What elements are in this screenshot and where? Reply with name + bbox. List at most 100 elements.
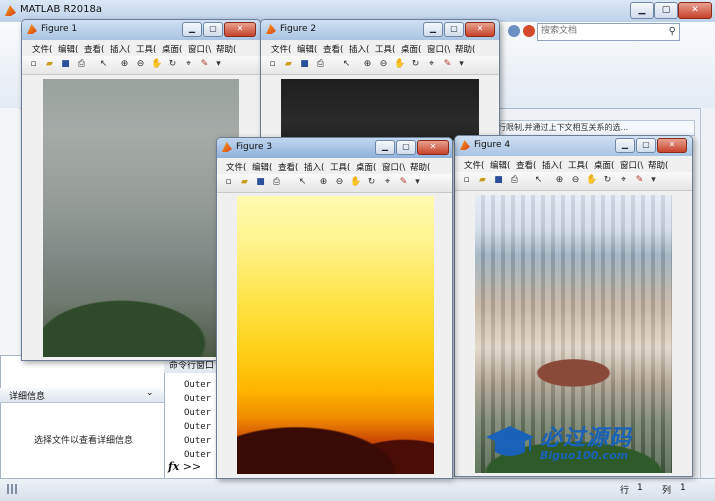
figure-title-bar[interactable]: Figure 2 ▁ ▢ ✕ [261,20,499,40]
zoom-in-icon[interactable]: ⊕ [554,175,565,186]
new-figure-icon[interactable]: ▫ [267,59,278,70]
menu-tools[interactable]: 工具( [330,161,350,173]
menu-window[interactable]: 窗口(\ [188,43,211,55]
open-file-icon[interactable]: ▰ [283,59,294,70]
open-file-icon[interactable]: ▰ [44,59,55,70]
community-icon[interactable] [508,25,520,37]
zoom-in-icon[interactable]: ⊕ [119,59,130,70]
zoom-out-icon[interactable]: ⊖ [135,59,146,70]
menu-file[interactable]: 文件( [226,161,246,173]
menu-file[interactable]: 文件( [271,43,291,55]
save-icon[interactable]: ■ [493,175,504,186]
new-figure-icon[interactable]: ▫ [461,175,472,186]
menu-view[interactable]: 查看( [516,159,536,171]
chevron-down-icon[interactable]: ⌄ [146,388,154,398]
print-icon[interactable]: ⎙ [315,59,326,70]
open-file-icon[interactable]: ▰ [477,175,488,186]
pointer-icon[interactable]: ↖ [297,177,308,188]
open-file-icon[interactable]: ▰ [239,177,250,188]
function-browser-icon[interactable]: fx [168,460,179,473]
new-figure-icon[interactable]: ▫ [28,59,39,70]
pointer-icon[interactable]: ↖ [533,175,544,186]
menu-insert[interactable]: 插入( [349,43,369,55]
data-cursor-icon[interactable]: ⌖ [618,175,629,186]
menu-insert[interactable]: 插入( [542,159,562,171]
menu-help[interactable]: 帮助( [455,43,475,55]
chevron-down-icon[interactable]: ▾ [456,59,467,70]
menu-window[interactable]: 窗口(\ [427,43,450,55]
menu-edit[interactable]: 编辑( [297,43,317,55]
menu-help[interactable]: 帮助( [648,159,668,171]
menu-insert[interactable]: 插入( [110,43,130,55]
menu-edit[interactable]: 编辑( [58,43,78,55]
minimize-button[interactable]: ▁ [615,138,635,153]
data-cursor-icon[interactable]: ⌖ [426,59,437,70]
brush-icon[interactable]: ✎ [199,59,210,70]
menu-edit[interactable]: 编辑( [252,161,272,173]
chevron-down-icon[interactable]: ▾ [213,59,224,70]
menu-desktop[interactable]: 桌面( [401,43,421,55]
search-icon[interactable]: ⚲ [669,26,676,37]
menu-help[interactable]: 帮助( [216,43,236,55]
rotate-icon[interactable]: ↻ [366,177,377,188]
minimize-button[interactable]: ▁ [182,22,202,37]
rotate-icon[interactable]: ↻ [410,59,421,70]
menu-file[interactable]: 文件( [464,159,484,171]
pointer-icon[interactable]: ↖ [341,59,352,70]
close-button[interactable]: ✕ [678,2,712,19]
save-icon[interactable]: ■ [299,59,310,70]
search-input[interactable] [538,24,664,38]
help-icon[interactable] [523,25,535,37]
minimize-button[interactable]: ▁ [375,140,395,155]
brush-icon[interactable]: ✎ [398,177,409,188]
save-icon[interactable]: ■ [60,59,71,70]
pan-icon[interactable]: ✋ [151,59,162,70]
maximize-button[interactable]: ▢ [203,22,223,37]
figure-title-bar[interactable]: Figure 1 ▁ ▢ ✕ [22,20,260,40]
minimize-button[interactable]: ▁ [423,22,443,37]
menu-window[interactable]: 窗口(\ [620,159,643,171]
rotate-icon[interactable]: ↻ [602,175,613,186]
menu-tools[interactable]: 工具( [568,159,588,171]
menu-tools[interactable]: 工具( [375,43,395,55]
pan-icon[interactable]: ✋ [586,175,597,186]
print-icon[interactable]: ⎙ [271,177,282,188]
figure-title-bar[interactable]: Figure 3 ▁ ▢ ✕ [217,138,452,158]
maximize-button[interactable]: ▢ [396,140,416,155]
menu-desktop[interactable]: 桌面( [162,43,182,55]
pointer-icon[interactable]: ↖ [98,59,109,70]
zoom-in-icon[interactable]: ⊕ [318,177,329,188]
close-button[interactable]: ✕ [465,22,495,37]
menu-file[interactable]: 文件( [32,43,52,55]
zoom-out-icon[interactable]: ⊖ [378,59,389,70]
menu-view[interactable]: 查看( [84,43,104,55]
data-cursor-icon[interactable]: ⌖ [183,59,194,70]
minimize-button[interactable]: ▁ [630,2,654,19]
resize-grip-icon[interactable] [7,484,19,494]
maximize-button[interactable]: ▢ [654,2,678,19]
menu-edit[interactable]: 编辑( [490,159,510,171]
figure-3-window[interactable]: Figure 3 ▁ ▢ ✕ 文件( 编辑( 查看( 插入( 工具( 桌面( 窗… [216,137,453,479]
maximize-button[interactable]: ▢ [444,22,464,37]
save-icon[interactable]: ■ [255,177,266,188]
menu-desktop[interactable]: 桌面( [356,161,376,173]
zoom-out-icon[interactable]: ⊖ [570,175,581,186]
zoom-out-icon[interactable]: ⊖ [334,177,345,188]
brush-icon[interactable]: ✎ [442,59,453,70]
menu-desktop[interactable]: 桌面( [594,159,614,171]
details-panel-header[interactable]: 详细信息 ⌄ [0,388,164,403]
chevron-down-icon[interactable]: ▾ [648,175,659,186]
chevron-down-icon[interactable]: ▾ [412,177,423,188]
pan-icon[interactable]: ✋ [394,59,405,70]
new-figure-icon[interactable]: ▫ [223,177,234,188]
figure-title-bar[interactable]: Figure 4 ▁ ▢ ✕ [455,136,692,156]
figure-2-window[interactable]: Figure 2 ▁ ▢ ✕ 文件( 编辑( 查看( 插入( 工具( 桌面( 窗… [260,19,500,141]
menu-window[interactable]: 窗口(\ [382,161,405,173]
print-icon[interactable]: ⎙ [509,175,520,186]
maximize-button[interactable]: ▢ [636,138,656,153]
menu-help[interactable]: 帮助( [410,161,430,173]
command-prompt[interactable]: fx >> [168,460,201,473]
menu-insert[interactable]: 插入( [304,161,324,173]
close-button[interactable]: ✕ [224,22,256,37]
brush-icon[interactable]: ✎ [634,175,645,186]
